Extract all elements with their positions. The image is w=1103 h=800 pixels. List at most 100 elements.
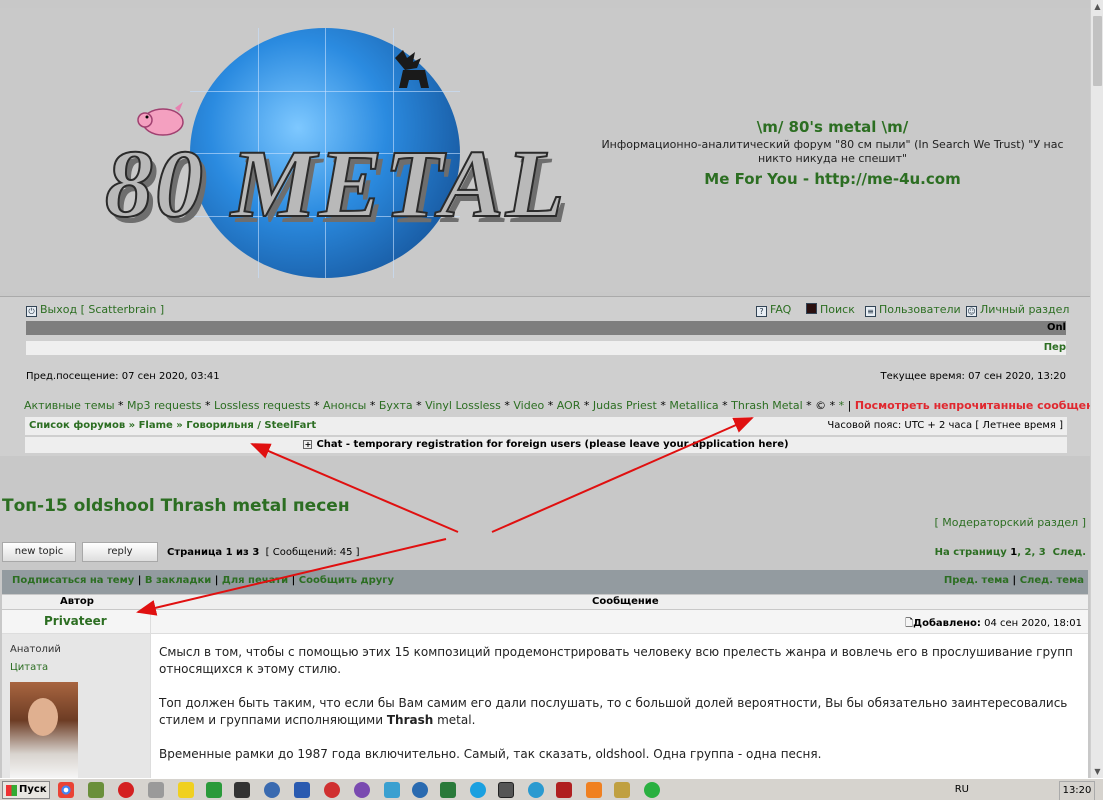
bookmark-link[interactable]: В закладки — [145, 575, 211, 586]
language-indicator[interactable]: RU — [955, 781, 969, 799]
post-author[interactable]: Privateer — [44, 614, 107, 628]
vertical-scrollbar[interactable]: ▲ ▼ — [1090, 0, 1103, 778]
separator: * — [412, 399, 426, 412]
app-icon[interactable] — [294, 782, 310, 798]
last-visit: Пред.посещение: 07 сен 2020, 03:41 — [26, 371, 220, 382]
chat-label: Chat - temporary registration for foreig… — [316, 439, 789, 450]
telegram-icon[interactable] — [528, 782, 544, 798]
moderator-link[interactable]: [ Модераторский раздел ] — [935, 516, 1086, 529]
goto-label: На страницу — [934, 547, 1007, 558]
quick-link[interactable]: © — [815, 399, 826, 412]
app-icon[interactable] — [234, 782, 250, 798]
opera-icon[interactable] — [118, 782, 134, 798]
quick-link[interactable]: Vinyl Lossless — [425, 399, 501, 412]
app-icon[interactable] — [614, 782, 630, 798]
reply-button[interactable]: reply — [82, 542, 158, 562]
app-icon[interactable] — [412, 782, 428, 798]
next-page-link[interactable]: След. — [1053, 547, 1086, 558]
quick-link[interactable]: Thrash Metal — [731, 399, 803, 412]
page-link-1[interactable]: 1 — [1010, 547, 1017, 558]
nav-row: ⏻ Выход [ Scatterbrain ] ? FAQ Поиск ≡ Поль… — [26, 303, 1069, 319]
app-icon[interactable] — [264, 782, 280, 798]
whatsapp-icon[interactable] — [644, 782, 660, 798]
vlc-icon[interactable] — [586, 782, 602, 798]
new-topic-button[interactable]: new topic — [2, 542, 76, 562]
quick-link[interactable]: Lossless requests — [214, 399, 310, 412]
separator: * — [802, 399, 816, 412]
profile-icon: ☺ — [966, 306, 977, 317]
taskbar: Пуск RU 13:20 — [0, 778, 1103, 800]
search-link[interactable]: Поиск — [806, 303, 855, 316]
scroll-thumb[interactable] — [1093, 16, 1102, 86]
quick-link[interactable]: AOR — [557, 399, 581, 412]
scroll-up-icon[interactable]: ▲ — [1091, 0, 1103, 13]
app-icon[interactable] — [498, 782, 514, 798]
chrome-icon[interactable] — [58, 782, 74, 798]
author-column-header: Автор — [60, 596, 94, 607]
breadcrumb-path[interactable]: Список форумов » Flame » Говорильня / St… — [29, 420, 316, 431]
viber-icon[interactable] — [354, 782, 370, 798]
start-button[interactable]: Пуск — [2, 781, 50, 799]
column-headers: Автор Сообщение — [2, 595, 1088, 609]
separator: * — [656, 399, 670, 412]
separator: * — [114, 399, 128, 412]
messages-count: [ Сообщений: 45 ] — [265, 547, 360, 558]
app-icon[interactable] — [384, 782, 400, 798]
page-label: Страница 1 из 3 — [167, 547, 260, 558]
arrow-to-breadcrumb — [250, 443, 459, 533]
print-link[interactable]: Для печати — [222, 575, 288, 586]
app-icon[interactable] — [556, 782, 572, 798]
help-icon: ? — [756, 306, 767, 317]
users-link[interactable]: ≡ Пользователи — [865, 303, 961, 317]
next-topic-link[interactable]: След. тема — [1020, 575, 1084, 586]
skype-icon[interactable] — [470, 782, 486, 798]
clock[interactable]: 13:20 — [1059, 781, 1095, 800]
post-header: Privateer 🗋Добавлено: 04 сен 2020, 18:01 — [2, 610, 1088, 634]
app-icon[interactable] — [324, 782, 340, 798]
logout-link[interactable]: ⏻ Выход [ Scatterbrain ] — [26, 303, 164, 317]
separator: * — [366, 399, 379, 412]
post-date: 🗋Добавлено: 04 сен 2020, 18:01 — [905, 618, 1082, 629]
post-body: Смысл в том, чтобы с помощью этих 15 ком… — [151, 634, 1088, 778]
quick-link[interactable]: Бухта — [379, 399, 413, 412]
prev-topic-link[interactable]: Пред. тема — [944, 575, 1009, 586]
topic-title[interactable]: Топ-15 oldshool Thrash metal песен — [2, 496, 350, 516]
profile-link[interactable]: ☺ Личный раздел — [966, 303, 1069, 317]
quote-link[interactable]: Цитата — [10, 662, 48, 673]
quick-link[interactable]: Mp3 requests — [127, 399, 202, 412]
quick-link[interactable]: Judas Priest — [593, 399, 657, 412]
separator: | — [844, 399, 855, 412]
post-paragraph: Смысл в том, чтобы с помощью этих 15 ком… — [159, 645, 1073, 676]
expand-icon[interactable]: + — [303, 440, 313, 449]
topic-actions: Подписаться на тему | В закладки | Для п… — [2, 570, 1088, 594]
app-icon[interactable] — [206, 782, 222, 798]
dollar-icon[interactable] — [440, 782, 456, 798]
info-bar: Пер — [26, 341, 1066, 355]
author-profile: Анатолий Цитата — [2, 634, 150, 778]
timezone-info: Часовой пояс: UTC + 2 часа [ Летнее врем… — [827, 420, 1063, 431]
windows-icon — [6, 785, 17, 796]
separator: * — [310, 399, 323, 412]
chat-bar[interactable]: + Chat - temporary registration for forei… — [24, 436, 1068, 454]
quick-link[interactable]: Metallica — [669, 399, 718, 412]
site-link[interactable]: Me For You - http://me-4u.com — [600, 170, 1065, 188]
site-title: \m/ 80's metal \m/ — [756, 118, 909, 136]
quick-link[interactable]: Активные темы — [24, 399, 115, 412]
app-icon[interactable] — [178, 782, 194, 798]
quick-link[interactable]: Video — [513, 399, 544, 412]
post-icon[interactable]: 🗋 — [905, 618, 913, 629]
faq-link[interactable]: ? FAQ — [756, 303, 791, 317]
quick-link[interactable]: Анонсы — [323, 399, 366, 412]
app-icon[interactable] — [88, 782, 104, 798]
scroll-down-icon[interactable]: ▼ — [1091, 765, 1103, 778]
app-icon[interactable] — [148, 782, 164, 798]
site-logo[interactable]: 80 METAL — [95, 8, 565, 292]
breadcrumb: Список форумов » Flame » Говорильня / St… — [24, 416, 1068, 436]
tell-friend-link[interactable]: Сообщить другу — [299, 575, 394, 586]
page-link-2[interactable]: 2 — [1024, 547, 1031, 558]
subscribe-link[interactable]: Подписаться на тему — [12, 575, 134, 586]
unread-messages-link[interactable]: Посмотреть непрочитанные сообщения — [855, 399, 1090, 412]
author-realname: Анатолий — [10, 644, 61, 655]
page-link-3[interactable]: 3 — [1039, 547, 1046, 558]
quick-links: Активные темы * Mp3 requests * Lossless … — [24, 399, 1090, 412]
